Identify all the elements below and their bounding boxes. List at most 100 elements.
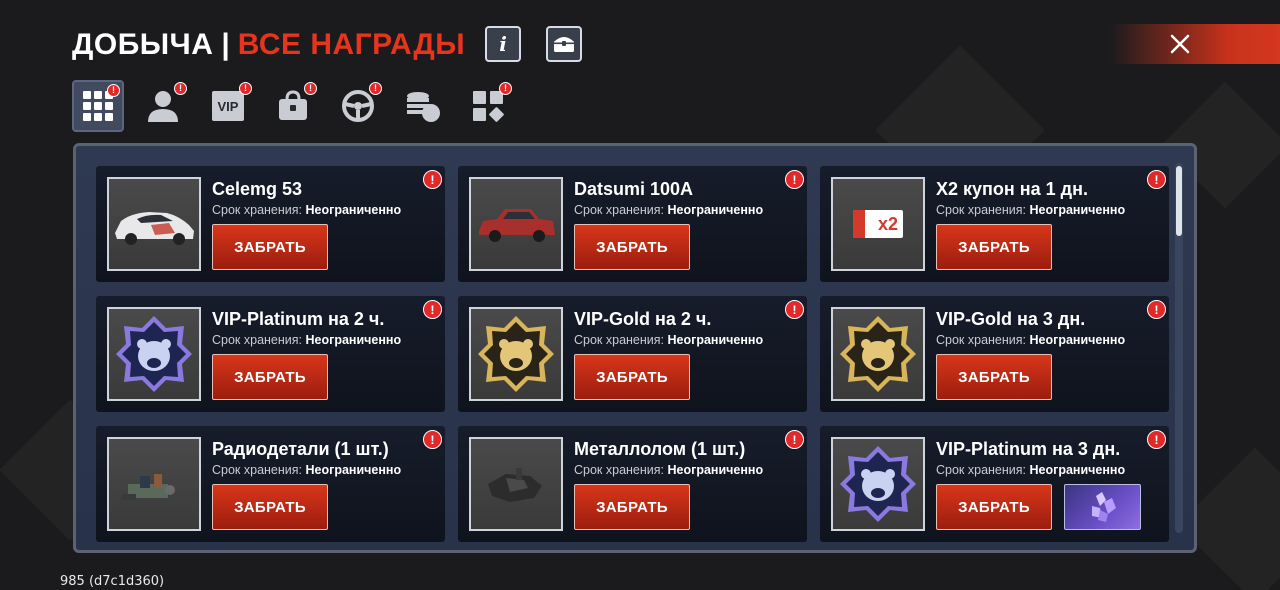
reward-name: X2 купон на 1 дн. (936, 179, 1088, 199)
reward-card: Celemg 53 Срок хранения: Неограниченно З… (96, 166, 445, 282)
notification-badge: ! (785, 300, 804, 319)
tab-vip[interactable]: VIP ! (202, 80, 254, 132)
tab-currency[interactable] (397, 80, 449, 132)
reward-card: Радиодетали (1 шт.) Срок хранения: Неогр… (96, 426, 445, 542)
reward-image (469, 177, 563, 271)
radio-parts-icon (122, 474, 175, 500)
reward-name: Радиодетали (1 шт.) (212, 439, 389, 459)
info-button[interactable]: i (485, 26, 521, 62)
build-version: 985 (d7c1d360) (60, 574, 165, 589)
reward-storage: Срок хранения: Неограниченно (574, 333, 763, 347)
reward-storage: Срок хранения: Неограниченно (936, 463, 1125, 477)
reward-image (107, 177, 201, 271)
notification-badge: ! (785, 430, 804, 449)
claim-button[interactable]: ЗАБРАТЬ (574, 354, 690, 400)
red-car-icon (479, 209, 555, 242)
vip-icon-label: VIP (217, 98, 239, 114)
white-car-icon (115, 212, 194, 245)
reward-image (107, 437, 201, 531)
bag-icon (279, 90, 307, 120)
page-subtitle: ВСЕ НАГРАДЫ (237, 28, 466, 61)
scrollbar-thumb[interactable] (1176, 166, 1182, 236)
category-tabs: ! ! VIP ! ! ! ! (72, 80, 514, 132)
reward-name: Металлолом (1 шт.) (574, 439, 746, 459)
tab-notification-badge: ! (174, 82, 187, 95)
claim-button[interactable]: ЗАБРАТЬ (936, 484, 1052, 530)
storage-value: Неограниченно (305, 203, 402, 217)
close-icon[interactable] (1166, 30, 1194, 58)
reward-image (469, 307, 563, 401)
tab-notification-badge: ! (107, 84, 120, 97)
reward-image (831, 307, 925, 401)
vip-platinum-bear-icon (116, 316, 192, 392)
coupon-text: x2 (877, 213, 898, 234)
chest-icon (554, 37, 574, 52)
notification-badge: ! (1147, 430, 1166, 449)
claim-button[interactable]: ЗАБРАТЬ (574, 224, 690, 270)
storage-value: Неограниченно (667, 203, 764, 217)
reward-storage: Срок хранения: Неограниченно (936, 203, 1125, 217)
storage-value: Неограниченно (305, 333, 402, 347)
claim-button[interactable]: ЗАБРАТЬ (936, 224, 1052, 270)
storage-value: Неограниченно (1029, 333, 1126, 347)
reward-card: VIP-Gold на 3 дн. Срок хранения: Неогран… (820, 296, 1169, 412)
claim-button[interactable]: ЗАБРАТЬ (936, 354, 1052, 400)
notification-badge: ! (423, 430, 442, 449)
storage-value: Неограниченно (1029, 463, 1126, 477)
tab-character[interactable]: ! (137, 80, 189, 132)
bonus-item-slot[interactable] (1064, 484, 1141, 530)
storage-label: Срок хранения: (574, 333, 665, 347)
storage-label: Срок хранения: (936, 333, 1027, 347)
reward-card: Datsumi 100A Срок хранения: Неограниченн… (458, 166, 807, 282)
storage-label: Срок хранения: (212, 203, 303, 217)
vip-icon: VIP (212, 91, 244, 121)
reward-storage: Срок хранения: Неограниченно (574, 463, 763, 477)
tab-vehicles[interactable]: ! (332, 80, 384, 132)
close-area (1110, 24, 1280, 64)
crystal-icon (1091, 492, 1116, 522)
reward-storage: Срок хранения: Неограниченно (212, 203, 401, 217)
tab-notification-badge: ! (304, 82, 317, 95)
reward-name: VIP-Gold на 2 ч. (574, 309, 712, 329)
claim-button[interactable]: ЗАБРАТЬ (212, 354, 328, 400)
reward-image (107, 307, 201, 401)
claim-button[interactable]: ЗАБРАТЬ (212, 224, 328, 270)
reward-card: VIP-Platinum на 3 дн. Срок хранения: Нео… (820, 426, 1169, 542)
reward-name: Celemg 53 (212, 179, 303, 199)
coins-icon (407, 92, 440, 122)
coupon-icon: x2 (853, 210, 903, 238)
tab-misc[interactable]: ! (462, 80, 514, 132)
scrap-metal-icon (488, 468, 542, 502)
reward-image (831, 437, 925, 531)
reward-card: VIP-Platinum на 2 ч. Срок хранения: Неог… (96, 296, 445, 412)
claim-button[interactable]: ЗАБРАТЬ (574, 484, 690, 530)
tab-items[interactable]: ! (267, 80, 319, 132)
storage-label: Срок хранения: (574, 463, 665, 477)
storage-label: Срок хранения: (212, 333, 303, 347)
reward-image (469, 437, 563, 531)
storage-label: Срок хранения: (936, 463, 1027, 477)
storage-label: Срок хранения: (574, 203, 665, 217)
steering-wheel-icon (342, 90, 374, 122)
page-header: ДОБЫЧА | ВСЕ НАГРАДЫ (72, 26, 465, 64)
vip-gold-bear-icon (478, 316, 554, 392)
vip-gold-bear-icon (840, 316, 916, 392)
notification-badge: ! (423, 170, 442, 189)
reward-storage: Срок хранения: Неограниченно (936, 333, 1125, 347)
storage-label: Срок хранения: (212, 463, 303, 477)
reward-name: Datsumi 100A (574, 179, 694, 199)
reward-storage: Срок хранения: Неограниченно (212, 463, 401, 477)
vip-platinum-bear-icon (840, 446, 916, 522)
reward-name: VIP-Gold на 3 дн. (936, 309, 1086, 329)
reward-image: x2 (831, 177, 925, 271)
chest-button[interactable] (546, 26, 582, 62)
claim-button[interactable]: ЗАБРАТЬ (212, 484, 328, 530)
notification-badge: ! (785, 170, 804, 189)
notification-badge: ! (1147, 300, 1166, 319)
notification-badge: ! (1147, 170, 1166, 189)
page-title: ДОБЫЧА (72, 28, 214, 61)
tab-notification-badge: ! (499, 82, 512, 95)
tab-notification-badge: ! (369, 82, 382, 95)
tab-all[interactable]: ! (72, 80, 124, 132)
storage-value: Неограниченно (667, 333, 764, 347)
